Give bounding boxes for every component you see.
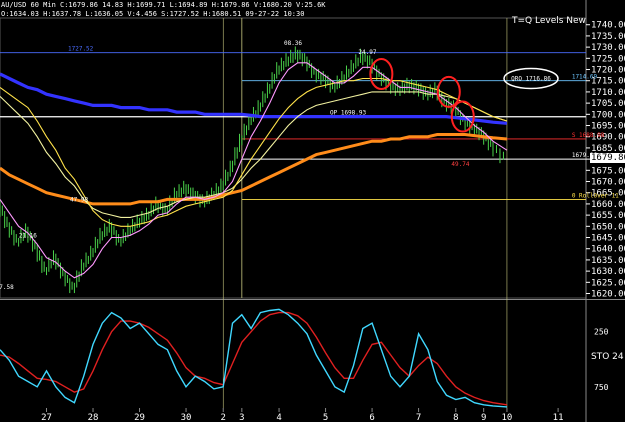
date-tick-label: 8 [453, 413, 458, 422]
price-tick-label: 1705.00 [591, 99, 625, 109]
level-label: 1714.69 [572, 74, 598, 81]
moving-average-line [0, 133, 508, 206]
osc-tick-label: 750 [594, 383, 609, 392]
price-annotation: 24.97 [358, 49, 376, 56]
date-tick-label: 28 [88, 413, 99, 422]
price-annotation: 21.16 [19, 233, 37, 240]
price-chart: 1620.00 1625.001630.001635.001640.001645.… [0, 0, 625, 422]
price-tick-label: 1655.00 [591, 211, 625, 221]
price-tick-label: 1650.00 [591, 222, 625, 232]
last-price-badge: 1679.86 [590, 153, 625, 163]
price-tick-label: 1675.00 [591, 166, 625, 176]
level-label: 0 RollOver 11 [572, 192, 619, 199]
price-tick-label: 1710.00 [591, 88, 625, 98]
price-tick-label: 1670.00 [591, 178, 625, 188]
price-tick-label: 1640.00 [591, 245, 625, 255]
date-tick-label: 2 [221, 413, 226, 422]
price-tick-label: 1700.00 [591, 110, 625, 120]
price-tick-label: 1635.00 [591, 256, 625, 266]
date-tick-label: 6 [369, 413, 374, 422]
date-tick-label: 30 [181, 413, 192, 422]
price-tick-label: 1740.00 [591, 21, 625, 31]
price-annotation: 49.74 [451, 161, 469, 168]
date-tick-label: 3 [239, 413, 244, 422]
price-tick-label: 1620.00 [591, 290, 625, 300]
price-tick-label: 1630.00 [591, 267, 625, 277]
moving-average-line [0, 62, 508, 279]
price-annotation: 47.98 [70, 197, 88, 204]
symbol-header: AU/USD 60 Min C:1679.86 14.83 H:1699.71 … [1, 1, 326, 9]
price-tick-label: 1660.00 [591, 200, 625, 210]
level-label: S 1688.98 [572, 132, 605, 139]
date-tick-label: 27 [41, 413, 52, 422]
qro-level-label: QRO 1716.86 [511, 75, 551, 82]
date-tick-label: 29 [134, 413, 145, 422]
chart-title: T=Q Levels New [512, 16, 586, 26]
date-tick-label: 4 [276, 413, 281, 422]
level-label: 1727.52 [68, 46, 94, 53]
price-annotation: 27.58 [0, 284, 14, 291]
price-tick-label: 1695.00 [591, 122, 625, 132]
moving-average-line [0, 72, 508, 125]
date-tick-label: 5 [323, 413, 328, 422]
price-tick-label: 1645.00 [591, 234, 625, 244]
price-tick-label: 1725.00 [591, 54, 625, 64]
date-tick-label: 11 [553, 413, 564, 422]
osc-tick-label: 250 [594, 328, 609, 337]
price-tick-label: 1735.00 [591, 32, 625, 42]
oscillator-label: STO 24 [591, 352, 624, 362]
chart-window: 1620.00 1625.001630.001635.001640.001645.… [0, 0, 625, 422]
price-annotation: 08.36 [284, 40, 302, 47]
price-tick-label: 1625.00 [591, 278, 625, 288]
date-tick-label: 9 [481, 413, 486, 422]
price-tick-label: 1730.00 [591, 43, 625, 53]
ohlc-header: O:1634.03 H:1637.78 L:1636.05 V:4.456 S:… [1, 10, 305, 18]
date-tick-label: 7 [416, 413, 421, 422]
date-tick-label: 10 [502, 413, 513, 422]
